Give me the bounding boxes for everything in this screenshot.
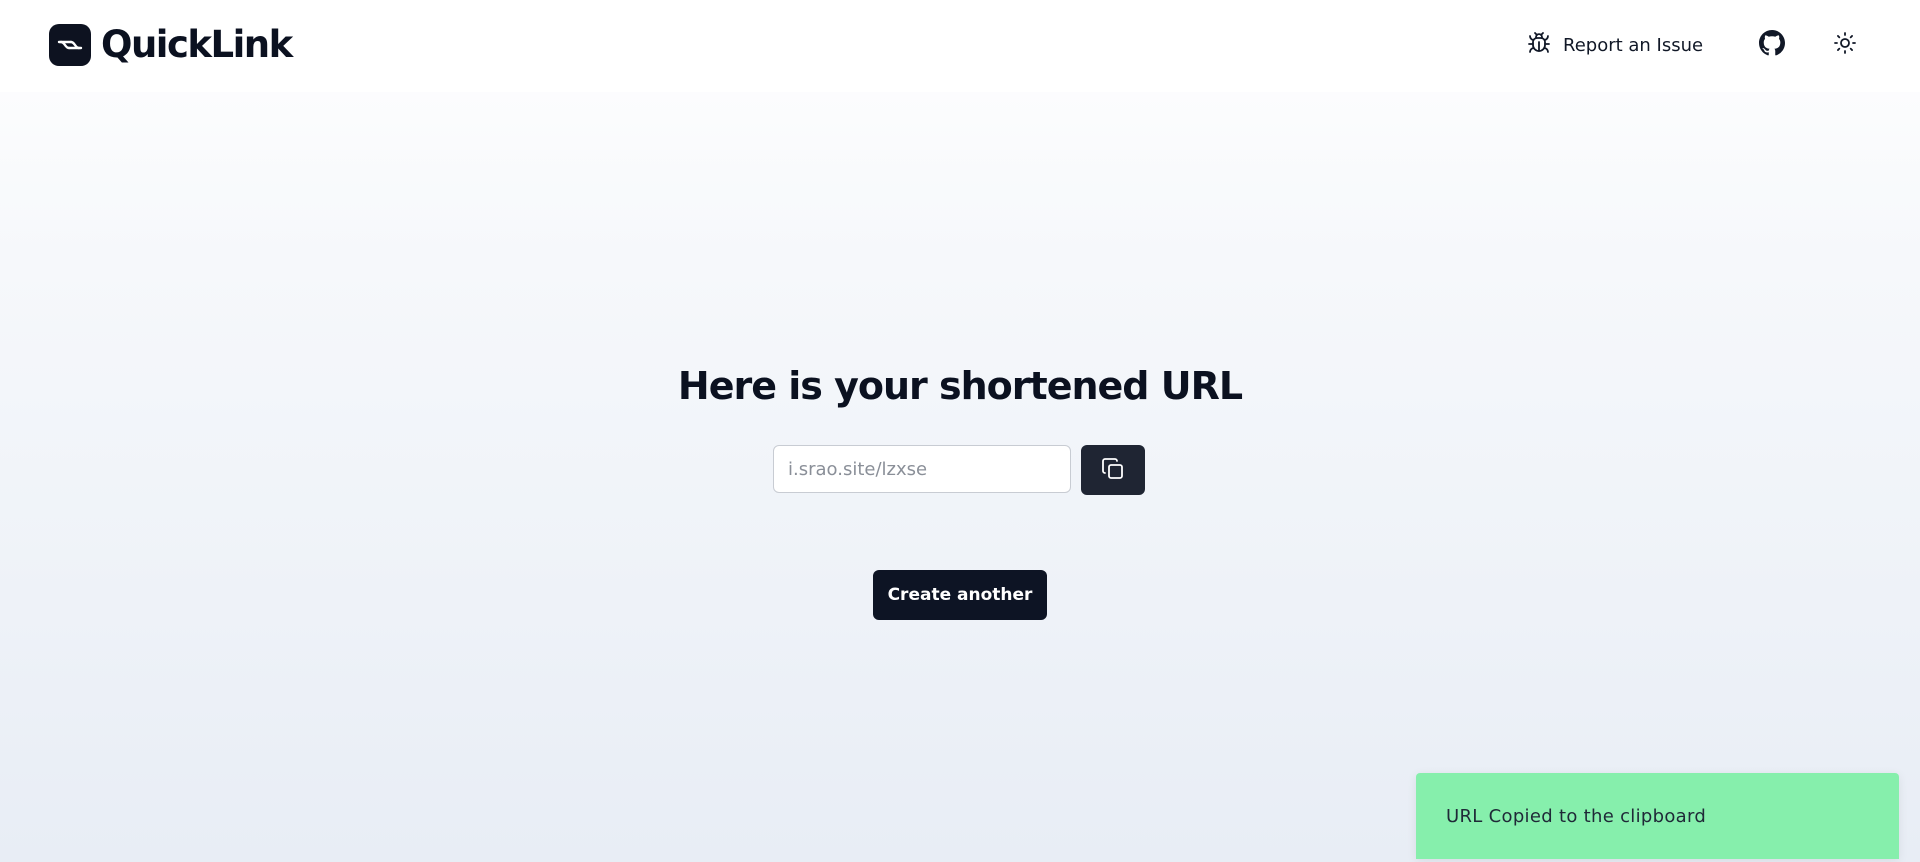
create-another-button[interactable]: Create another — [873, 570, 1047, 620]
link-logo-icon — [49, 24, 91, 66]
top-navbar: QuickLink Report an Issue — [0, 0, 1920, 92]
brand-logo[interactable]: QuickLink — [49, 23, 293, 66]
short-url-field[interactable] — [773, 445, 1071, 493]
bug-icon — [1527, 31, 1551, 59]
short-url-row — [773, 445, 1145, 495]
copied-toast[interactable]: URL Copied to the clipboard — [1416, 773, 1899, 859]
theme-toggle-button[interactable] — [1830, 30, 1860, 60]
brand-name: QuickLink — [101, 23, 293, 66]
github-button[interactable] — [1757, 30, 1787, 60]
report-issue-label: Report an Issue — [1563, 34, 1704, 56]
result-section: Here is your shortened URL Create anothe… — [0, 360, 1920, 620]
page-title: Here is your shortened URL — [677, 364, 1243, 408]
github-icon — [1759, 30, 1785, 60]
report-issue-link[interactable]: Report an Issue — [1527, 31, 1703, 59]
copy-icon — [1101, 457, 1125, 484]
sun-icon — [1833, 31, 1857, 59]
toast-message: URL Copied to the clipboard — [1446, 805, 1707, 827]
copy-button[interactable] — [1081, 445, 1145, 495]
